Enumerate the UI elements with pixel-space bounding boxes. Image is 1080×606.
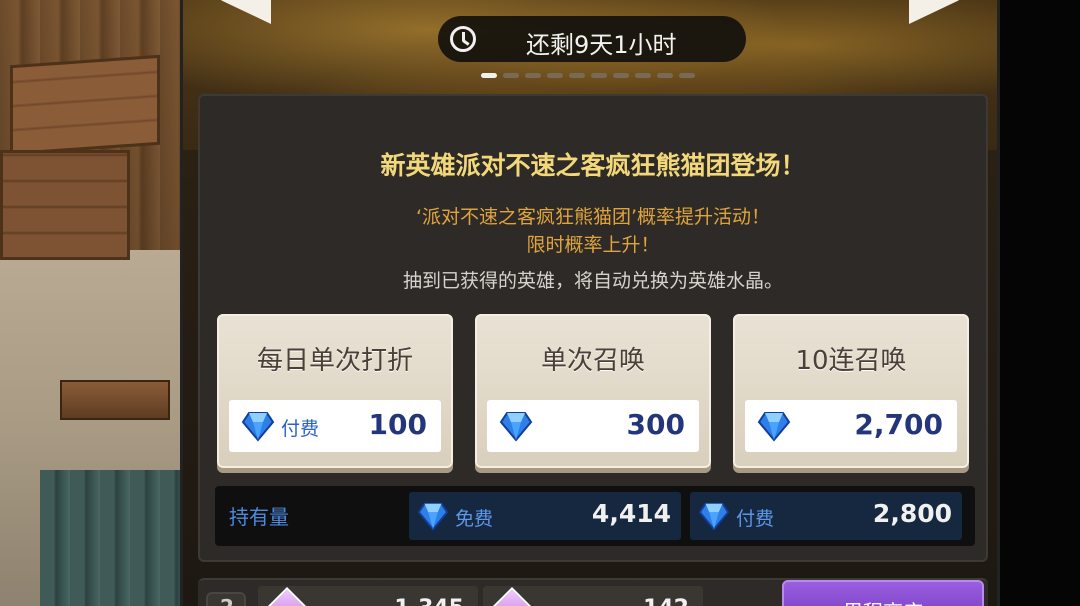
background-crate xyxy=(10,54,160,156)
mileage-shop-button[interactable]: 里程商店 xyxy=(782,580,984,606)
background-post xyxy=(60,380,170,420)
blue-diamond-icon xyxy=(417,502,449,531)
page-dot[interactable] xyxy=(525,73,541,78)
free-currency-label: 免费 xyxy=(455,508,494,530)
event-info-box: 新英雄派对不速之客疯狂熊猫团登场！ ‘派对不速之客疯狂熊猫团’概率提升活动！ 限… xyxy=(198,94,988,562)
resource-slot: 142 xyxy=(483,586,703,606)
timer-text: 还剩9天1小时 xyxy=(526,31,677,59)
bottom-resource-bar: 2 1,345 142 里程商店 xyxy=(198,578,988,606)
free-currency-box: 免费 4,414 xyxy=(409,492,681,540)
resource-value: 1,345 xyxy=(394,596,464,606)
price-box: 2,700 xyxy=(745,400,957,452)
resource-slot: 1,345 xyxy=(258,586,478,606)
price-box: 300 xyxy=(487,400,699,452)
price-value: 100 xyxy=(368,408,427,441)
background-fence xyxy=(40,470,180,606)
card-title: 每日单次打折 xyxy=(256,346,413,376)
holdings-label: 持有量 xyxy=(229,505,289,529)
blue-diamond-icon xyxy=(499,412,533,442)
purple-crystal-icon xyxy=(487,586,537,606)
currency-label: 付费 xyxy=(281,418,320,440)
badge-number: 2 xyxy=(220,595,234,606)
currency-holdings: 持有量 免费 4,414 付费 2,800 xyxy=(215,486,975,546)
background-scenery xyxy=(0,0,180,606)
single-summon-button[interactable]: 单次召唤 300 xyxy=(475,314,711,468)
event-description-line: ‘派对不速之客疯狂熊猫团’概率提升活动！ xyxy=(415,206,771,228)
paid-currency-label: 付费 xyxy=(736,508,775,530)
banner-page-indicator xyxy=(481,73,695,78)
resource-value: 142 xyxy=(643,596,689,606)
price-value: 2,700 xyxy=(854,408,943,441)
free-currency-value: 4,414 xyxy=(591,499,671,528)
page-dot[interactable] xyxy=(591,73,607,78)
event-headline: 新英雄派对不速之客疯狂熊猫团登场！ xyxy=(380,151,806,180)
blue-diamond-icon xyxy=(698,502,730,531)
event-note: 抽到已获得的英雄，将自动兑换为英雄水晶。 xyxy=(402,270,783,292)
page-dot[interactable] xyxy=(569,73,585,78)
paid-currency-box: 付费 2,800 xyxy=(690,492,962,540)
summon-panel: 还剩9天1小时 新英雄派对不速之客疯狂熊猫团登场！ ‘派对不速之客疯狂熊猫团’概… xyxy=(180,0,1000,606)
page-dot[interactable] xyxy=(657,73,673,78)
purple-crystal-icon xyxy=(262,586,312,606)
ten-summon-button[interactable]: 10连召唤 2,700 xyxy=(733,314,969,468)
blue-diamond-icon xyxy=(241,412,275,442)
shop-button-label: 里程商店 xyxy=(784,596,982,606)
page-dot[interactable] xyxy=(503,73,519,78)
paid-currency-value: 2,800 xyxy=(872,499,952,528)
background-crate xyxy=(0,150,130,260)
card-title: 10连召唤 xyxy=(795,346,907,376)
background-edge xyxy=(1000,0,1080,606)
event-description-line: 限时概率上升！ xyxy=(526,234,660,256)
count-badge[interactable]: 2 xyxy=(206,592,246,606)
clock-icon xyxy=(450,26,476,52)
page-dot[interactable] xyxy=(481,73,497,78)
blue-diamond-icon xyxy=(757,412,791,442)
page-dot[interactable] xyxy=(613,73,629,78)
event-timer: 还剩9天1小时 xyxy=(438,16,746,62)
price-box: 付费 100 xyxy=(229,400,441,452)
price-value: 300 xyxy=(626,408,685,441)
page-dot[interactable] xyxy=(679,73,695,78)
page-dot[interactable] xyxy=(547,73,563,78)
daily-discount-summon-button[interactable]: 每日单次打折 付费 100 xyxy=(217,314,453,468)
page-dot[interactable] xyxy=(635,73,651,78)
card-title: 单次召唤 xyxy=(540,346,645,376)
